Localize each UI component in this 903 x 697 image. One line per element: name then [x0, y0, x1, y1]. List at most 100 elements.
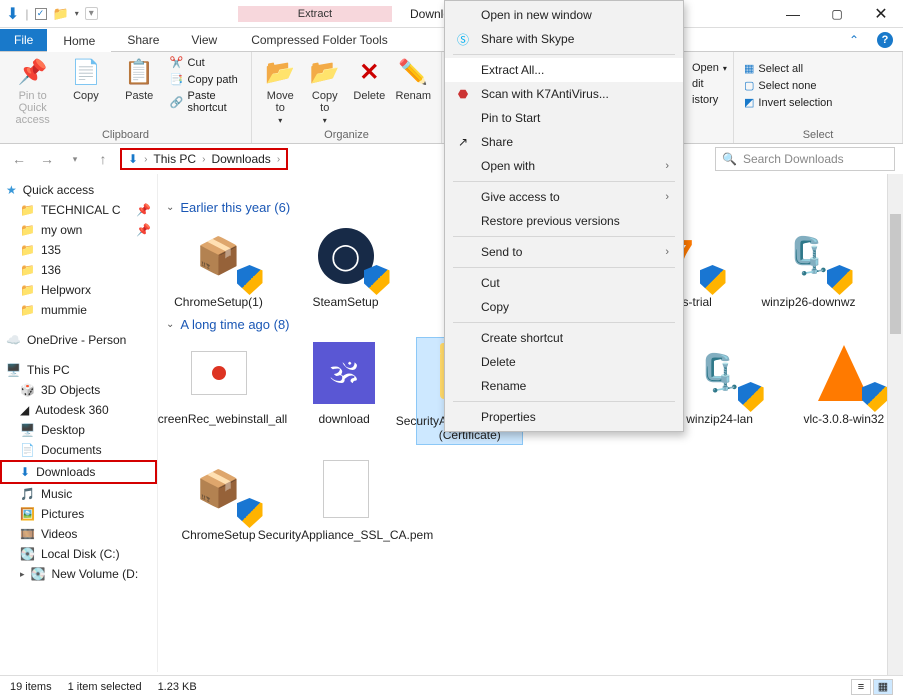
file-item[interactable]: 📦 ChromeSetup(1) — [166, 221, 271, 309]
copy-path-icon: 📑 — [170, 73, 184, 86]
copy-to-button[interactable]: 📂Copy to▾ — [307, 56, 344, 125]
copy-button[interactable]: 📄Copy — [63, 56, 108, 102]
nav-folder[interactable]: 📁mummie — [2, 300, 155, 320]
file-item[interactable]: ◯ SteamSetup — [293, 221, 398, 309]
file-item[interactable]: 📦 ChromeSetup — [166, 454, 271, 542]
pin-quick-access-button[interactable]: 📌Pin to Quick access — [10, 56, 55, 126]
ctx-open-new-window[interactable]: Open in new window — [445, 3, 683, 27]
ctx-extract-all[interactable]: Extract All... — [445, 58, 683, 82]
nav-desktop[interactable]: 🖥️Desktop — [2, 420, 155, 440]
view-large-icons-button[interactable]: ▦ — [873, 679, 893, 695]
delete-button[interactable]: ✕Delete — [351, 56, 388, 102]
move-icon: 📂 — [265, 56, 295, 88]
copy-icon: 📄 — [71, 56, 101, 88]
navigation-pane[interactable]: ★Quick access 📁TECHNICAL C📌 📁my own📌 📁13… — [0, 174, 158, 672]
file-item[interactable]: 🗜️ winzip26-downwz — [756, 221, 861, 309]
view-details-button[interactable]: ≡ — [851, 679, 871, 695]
file-item[interactable]: vlc-3.0.8-win32 — [793, 338, 895, 444]
ctx-give-access[interactable]: Give access to› — [445, 185, 683, 209]
qat-dropdown-icon[interactable]: ▾ — [75, 9, 79, 18]
ctx-rename[interactable]: Rename — [445, 374, 683, 398]
tab-share[interactable]: Share — [111, 29, 175, 51]
invert-icon: ◩ — [744, 96, 754, 109]
ctx-scan-k7[interactable]: ⬣Scan with K7AntiVirus... — [445, 82, 683, 106]
nav-folder[interactable]: 📁135 — [2, 240, 155, 260]
help-button[interactable]: ? — [867, 32, 903, 48]
ctx-cut[interactable]: Cut — [445, 271, 683, 295]
ribbon-collapse-icon[interactable]: ⌃ — [841, 29, 867, 51]
ctx-share-skype[interactable]: ⓈShare with Skype — [445, 27, 683, 51]
close-button[interactable]: ✕ — [859, 0, 903, 28]
contextual-tab-extract[interactable]: Extract — [238, 6, 392, 22]
vlc-icon — [804, 338, 884, 408]
ctx-delete[interactable]: Delete — [445, 350, 683, 374]
tab-compressed-tools[interactable]: Compressed Folder Tools — [233, 29, 406, 51]
nav-folder[interactable]: 📁Helpworx — [2, 280, 155, 300]
nav-3d-objects[interactable]: 🎲3D Objects — [2, 380, 155, 400]
tab-view[interactable]: View — [175, 29, 233, 51]
nav-new-volume[interactable]: ▸💽New Volume (D: — [2, 564, 155, 584]
nav-music[interactable]: 🎵Music — [2, 484, 155, 504]
nav-recent-button[interactable]: ▾ — [64, 148, 86, 170]
nav-up-button[interactable]: ↑ — [92, 148, 114, 170]
paste-button[interactable]: 📋Paste — [117, 56, 162, 102]
nav-folder[interactable]: 📁136 — [2, 260, 155, 280]
select-all-button[interactable]: ▦Select all — [744, 62, 892, 75]
installer-icon: 📦 — [179, 454, 259, 524]
ctx-share[interactable]: ↗Share — [445, 130, 683, 154]
select-none-button[interactable]: ▢Select none — [744, 79, 892, 92]
qat-overflow[interactable]: ▾ — [85, 7, 98, 20]
breadcrumb-downloads[interactable]: Downloads — [211, 152, 270, 166]
music-icon: 🎵 — [20, 487, 35, 501]
rename-button[interactable]: ✏️Renam — [396, 56, 431, 102]
nav-downloads[interactable]: ⬇Downloads — [0, 460, 157, 484]
open-button[interactable]: Open▾ — [692, 62, 723, 74]
nav-forward-button[interactable]: → — [36, 148, 58, 170]
qat-check-icon[interactable]: ✓ — [35, 8, 47, 20]
nav-folder[interactable]: 📁TECHNICAL C📌 — [2, 200, 155, 220]
tab-home[interactable]: Home — [47, 28, 111, 52]
nav-quick-access[interactable]: ★Quick access — [2, 180, 155, 200]
chevron-right-icon: › — [202, 154, 205, 165]
paste-shortcut-button[interactable]: 🔗Paste shortcut — [170, 90, 241, 114]
ctx-copy[interactable]: Copy — [445, 295, 683, 319]
ctx-restore-versions[interactable]: Restore previous versions — [445, 209, 683, 233]
ctx-create-shortcut[interactable]: Create shortcut — [445, 326, 683, 350]
downloads-icon: ⬇ — [20, 465, 30, 479]
nav-documents[interactable]: 📄Documents — [2, 440, 155, 460]
nav-local-disk[interactable]: 💽Local Disk (C:) — [2, 544, 155, 564]
ctx-send-to[interactable]: Send to› — [445, 240, 683, 264]
edit-button[interactable]: dit — [692, 78, 723, 90]
file-item[interactable]: SecurityAppliance_SSL_CA.pem — [293, 454, 398, 542]
winzip-icon: 🗜️ — [680, 338, 760, 408]
ctx-properties[interactable]: Properties — [445, 405, 683, 429]
scrollbar-thumb[interactable] — [890, 214, 901, 334]
breadcrumb-thispc[interactable]: This PC — [153, 152, 196, 166]
breadcrumb[interactable]: ⬇ › This PC › Downloads › — [120, 148, 288, 170]
history-button[interactable]: istory — [692, 94, 723, 106]
copy-path-button[interactable]: 📑Copy path — [170, 73, 241, 86]
nav-thispc[interactable]: 🖥️This PC — [2, 360, 155, 380]
nav-onedrive[interactable]: ☁️OneDrive - Person — [2, 330, 155, 350]
nav-pictures[interactable]: 🖼️Pictures — [2, 504, 155, 524]
invert-selection-button[interactable]: ◩Invert selection — [744, 96, 892, 109]
chevron-right-icon: › — [277, 154, 280, 165]
nav-back-button[interactable]: ← — [8, 148, 30, 170]
file-item[interactable]: ScreenRec_webinstall_all — [166, 338, 271, 444]
file-item[interactable]: 🕉 download — [293, 338, 395, 444]
search-input[interactable]: 🔍 Search Downloads — [715, 147, 895, 171]
nav-folder[interactable]: 📁my own📌 — [2, 220, 155, 240]
ctx-open-with[interactable]: Open with› — [445, 154, 683, 178]
group-clipboard-label: Clipboard — [10, 129, 241, 141]
ctx-pin-start[interactable]: Pin to Start — [445, 106, 683, 130]
nav-autodesk[interactable]: ◢Autodesk 360 — [2, 400, 155, 420]
maximize-button[interactable]: ▢ — [815, 0, 859, 28]
minimize-button[interactable]: — — [771, 0, 815, 28]
move-to-button[interactable]: 📂Move to▾ — [262, 56, 299, 125]
tab-file[interactable]: File — [0, 29, 47, 51]
delete-icon: ✕ — [359, 56, 379, 88]
nav-videos[interactable]: 🎞️Videos — [2, 524, 155, 544]
cut-button[interactable]: ✂️Cut — [170, 56, 241, 69]
vertical-scrollbar[interactable] — [887, 174, 903, 675]
status-item-count: 19 items — [10, 681, 52, 693]
